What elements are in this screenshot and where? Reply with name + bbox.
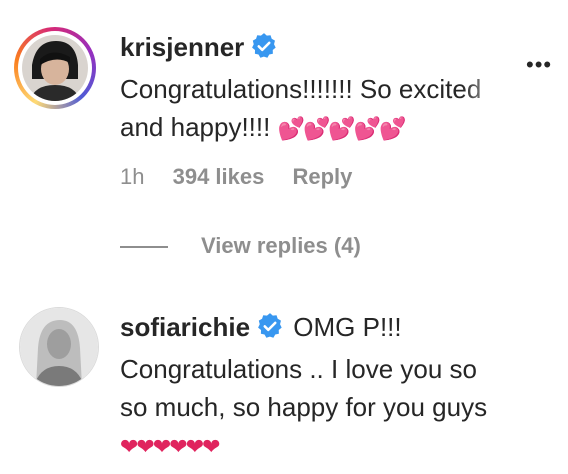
comment-meta: 1h 394 likes Reply bbox=[120, 164, 374, 190]
avatar[interactable] bbox=[22, 35, 88, 101]
likes-count[interactable]: 394 likes bbox=[173, 164, 265, 189]
comment-text-line: so much, so happy for you guys bbox=[120, 392, 488, 422]
replies-divider bbox=[120, 246, 168, 248]
avatar-story-ring[interactable] bbox=[14, 27, 96, 109]
username[interactable]: sofiarichie bbox=[120, 312, 250, 342]
comment-text-line: Congratulations!!!!!!! So excited bbox=[120, 74, 482, 104]
reply-button[interactable]: Reply bbox=[292, 164, 352, 189]
view-replies-button[interactable]: View replies (4) bbox=[201, 233, 361, 259]
comment-text-line: OMG P!!! bbox=[286, 312, 402, 342]
username[interactable]: krisjenner bbox=[120, 32, 244, 62]
more-options-icon[interactable]: ••• bbox=[526, 52, 552, 78]
timestamp: 1h bbox=[120, 164, 145, 189]
comment-text-line: and happy!!!! bbox=[120, 112, 278, 142]
verified-badge-icon bbox=[250, 32, 278, 70]
comment-text-line: Congratulations .. I love you so bbox=[120, 354, 477, 384]
red-heart-emoji-icon: ❤❤❤❤❤❤ bbox=[120, 434, 221, 459]
verified-badge-icon bbox=[256, 312, 284, 350]
avatar[interactable] bbox=[19, 307, 99, 387]
two-hearts-emoji-icon: 💕💕💕💕💕 bbox=[277, 116, 407, 141]
comment-sofiarichie: sofiarichie OMG P!!! Congratulations .. … bbox=[120, 308, 540, 466]
